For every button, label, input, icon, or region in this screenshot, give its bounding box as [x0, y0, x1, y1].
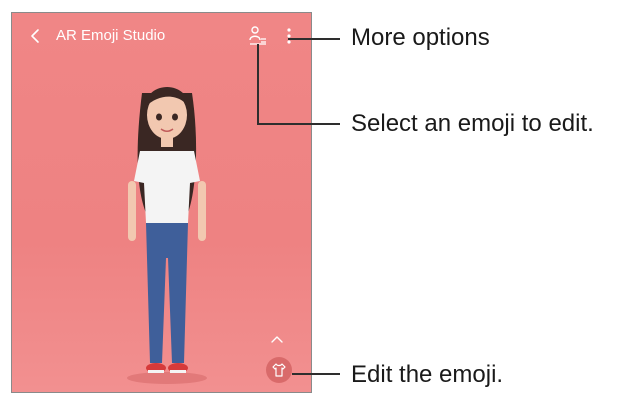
callout-more-options: More options [351, 24, 490, 51]
callout-line-more-options [288, 38, 340, 40]
more-vertical-icon[interactable] [283, 25, 295, 47]
edit-emoji-button[interactable] [266, 357, 292, 383]
chevron-left-icon[interactable] [26, 26, 46, 46]
callout-line-select-vertical [257, 44, 259, 124]
top-app-bar: AR Emoji Studio [12, 13, 311, 59]
phone-screen: AR Emoji Studio [11, 12, 312, 393]
callout-edit-emoji: Edit the emoji. [351, 361, 504, 388]
callout-select-emoji: Select an emoji to edit. [351, 110, 594, 137]
tshirt-icon [272, 363, 286, 377]
chevron-up-icon[interactable] [270, 334, 284, 344]
callout-line-edit-emoji [292, 373, 340, 375]
emoji-avatar [127, 87, 207, 384]
page-title: AR Emoji Studio [56, 27, 166, 44]
callout-line-select-horizontal [257, 123, 340, 125]
